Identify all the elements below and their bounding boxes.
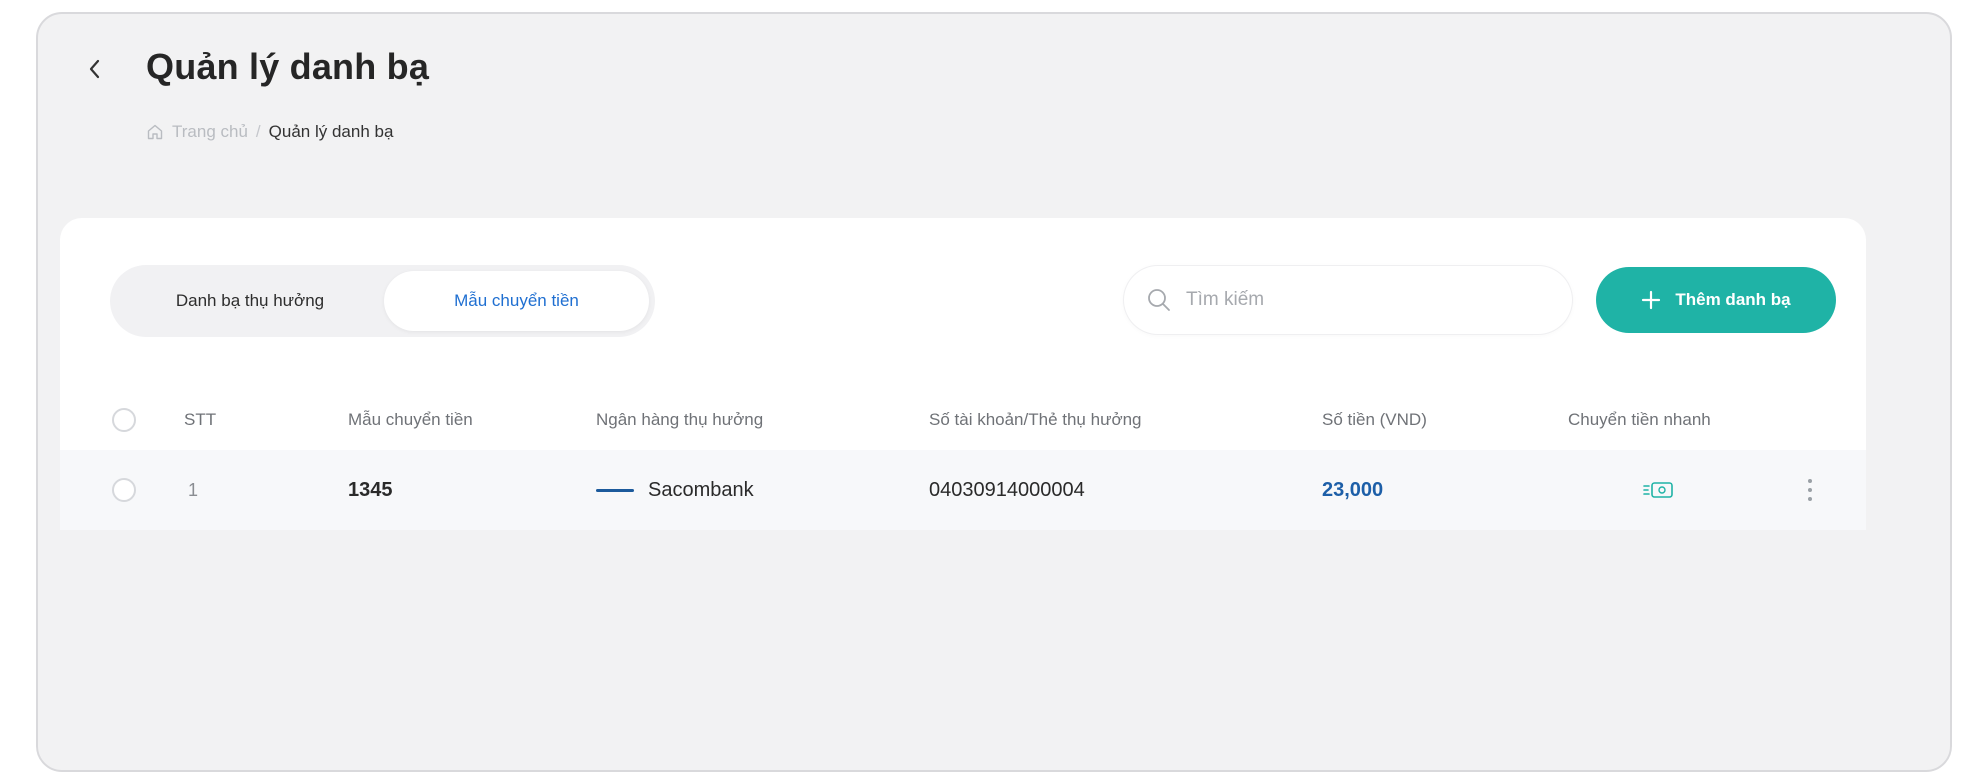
more-icon-dot (1808, 479, 1812, 483)
row-account: 04030914000004 (929, 478, 1085, 501)
row-amount: 23,000 (1322, 478, 1384, 501)
search-icon (1148, 289, 1170, 311)
breadcrumb: Trang chủ / Quản lý danh bạ (146, 122, 393, 142)
more-options-button[interactable] (1800, 475, 1820, 505)
col-amount: Số tiền (VND) (1322, 410, 1427, 429)
bank-logo (596, 488, 634, 492)
fast-money-icon (1643, 482, 1673, 498)
home-icon (147, 124, 163, 140)
col-account: Số tài khoản/Thẻ thụ hưởng (929, 410, 1142, 429)
back-button[interactable] (80, 55, 108, 83)
col-bank: Ngân hàng thụ hưởng (596, 410, 764, 429)
page-title: Quản lý danh bạ (146, 46, 430, 87)
more-icon-dot (1808, 497, 1812, 501)
col-quick-transfer: Chuyển tiền nhanh (1568, 410, 1711, 429)
row-template: 1345 (348, 478, 393, 501)
chevron-left-icon (89, 59, 100, 79)
quick-transfer-button[interactable] (1642, 450, 1674, 530)
add-contact-label: Thêm danh bạ (1675, 290, 1791, 309)
row-stt: 1 (188, 479, 199, 500)
row-checkbox[interactable] (112, 478, 136, 502)
col-template: Mẫu chuyển tiền (348, 410, 473, 429)
contacts-card: Danh bạ thụ hưởng Mẫu chuyển tiền Thêm d… (60, 218, 1866, 530)
col-stt: STT (184, 410, 217, 429)
search-input[interactable] (1184, 288, 1528, 312)
table-header: STT Mẫu chuyển tiền Ngân hàng thụ hưởng … (60, 390, 1866, 450)
add-contact-button[interactable]: Thêm danh bạ (1596, 267, 1836, 333)
breadcrumb-separator: / (255, 122, 261, 141)
row-bank-name: Sacombank (648, 478, 754, 501)
row-bank: Sacombank (596, 450, 754, 530)
breadcrumb-current: Quản lý danh bạ (268, 122, 394, 141)
select-all-checkbox[interactable] (112, 408, 136, 432)
tab-switcher: Danh bạ thụ hưởng Mẫu chuyển tiền (110, 265, 655, 337)
tab-beneficiaries[interactable]: Danh bạ thụ hưởng (116, 271, 384, 331)
plus-icon (1642, 290, 1661, 310)
breadcrumb-home[interactable]: Trang chủ (146, 122, 248, 142)
breadcrumb-home-label: Trang chủ (172, 122, 248, 141)
more-icon-dot (1808, 488, 1812, 492)
table-row[interactable]: 1 1345 Sacombank 04030914000004 23,000 (60, 450, 1866, 530)
tab-transfer-templates[interactable]: Mẫu chuyển tiền (384, 271, 649, 331)
search-box (1124, 266, 1572, 334)
